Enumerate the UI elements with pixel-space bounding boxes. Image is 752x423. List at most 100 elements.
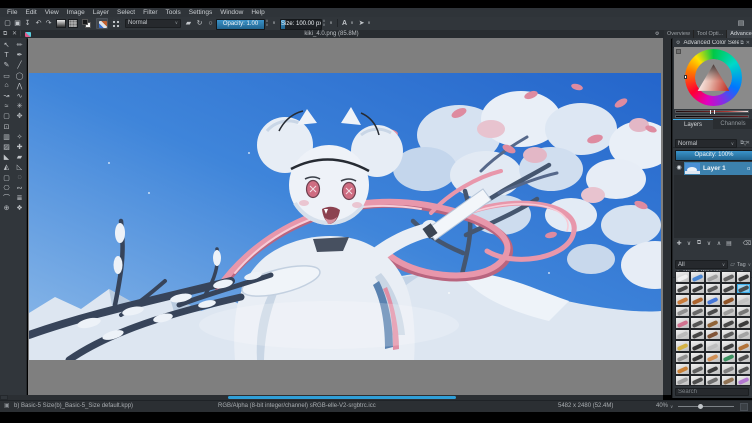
choose-brush-preset-button[interactable] — [111, 19, 121, 28]
assistant-tool-icon[interactable]: A — [340, 18, 349, 28]
brush-preset-cell[interactable] — [675, 317, 690, 329]
undo-icon[interactable]: ↶ — [34, 18, 43, 28]
gradient-tool[interactable]: ▥ — [0, 132, 13, 142]
choose-workspace-icon[interactable]: ▤ — [736, 18, 746, 28]
menu-image[interactable]: Image — [63, 8, 89, 17]
edit-shapes-tool[interactable]: ✏ — [13, 40, 26, 50]
crop-tool[interactable]: ⊡ — [0, 122, 13, 132]
brush-preset-cell[interactable] — [721, 283, 736, 295]
bezier-select-tool[interactable]: ⌒ — [0, 193, 13, 203]
layer-name[interactable]: Layer 1 — [700, 165, 747, 172]
eraser-mode-icon[interactable]: ▰ — [184, 18, 193, 28]
magnetic-select-tool[interactable]: ≣ — [13, 193, 26, 203]
opacity-slider[interactable]: Opacity: 1.00 — [216, 19, 265, 30]
mirror-tool-icon[interactable]: ➤ — [357, 18, 366, 28]
freehand-select-tool[interactable]: ∾ — [13, 183, 26, 193]
reload-preset-icon[interactable]: ↻ — [195, 18, 204, 28]
line-tool[interactable]: ╱ — [13, 60, 26, 70]
docker-tab-tool-opti-[interactable]: Tool Opti... — [694, 30, 727, 38]
docker-tab-advanced-color-[interactable]: Advanced Color... — [727, 30, 752, 38]
brush-preset-cell[interactable] — [736, 340, 751, 352]
tag-icon[interactable]: ▱ — [730, 261, 735, 268]
brush-preset-cell[interactable] — [721, 329, 736, 341]
layer-blending-mode-dropdown[interactable]: Normal ∨ — [675, 139, 737, 148]
move-tool[interactable]: ✥ — [13, 111, 26, 121]
transform-tool[interactable]: ▢ — [0, 111, 13, 121]
float-icon[interactable]: ⧉ — [740, 40, 744, 46]
chevron-down-icon[interactable]: ∨ — [748, 262, 751, 268]
brush-preset-cell[interactable] — [736, 363, 751, 375]
brush-preset-cell[interactable] — [721, 294, 736, 306]
brush-preset-cell[interactable] — [705, 306, 720, 318]
horizontal-scrollbar-thumb[interactable] — [228, 396, 456, 399]
move-layer-up-button[interactable]: ∧ — [714, 239, 724, 249]
polyline-tool[interactable]: ⋀ — [13, 81, 26, 91]
menu-select[interactable]: Select — [113, 8, 139, 17]
brush-preset-status-icon[interactable]: ▣ — [4, 401, 10, 412]
pan-tool[interactable]: ❖ — [13, 203, 26, 213]
layer-alpha-icon[interactable]: α — [747, 166, 752, 172]
save-icon[interactable]: ↧ — [23, 18, 32, 28]
add-layer-dropdown[interactable]: ∨ — [684, 239, 694, 249]
rectangle-tool[interactable]: ▭ — [0, 71, 13, 81]
docker-gear-icon[interactable]: ⚙ — [655, 30, 659, 38]
opacity-options-icon[interactable]: ∨ — [271, 18, 277, 28]
brush-preset-cell[interactable] — [690, 306, 705, 318]
colorize-mask-tool[interactable]: ▰ — [13, 152, 26, 162]
size-spinbox[interactable]: ∧∨ — [321, 18, 327, 28]
brush-preset-cell[interactable] — [675, 306, 690, 318]
layer-properties-button[interactable]: ▤ — [724, 239, 734, 249]
brush-preset-cell[interactable] — [721, 271, 736, 283]
assistant-dropdown-icon[interactable]: ∨ — [349, 18, 355, 28]
layer-list-empty-area[interactable] — [674, 175, 752, 238]
brush-preset-cell[interactable] — [721, 317, 736, 329]
brush-preset-cell[interactable] — [690, 294, 705, 306]
brush-tag-filter-dropdown[interactable]: All ∨ — [675, 260, 728, 269]
polygon-select-tool[interactable]: ⎔ — [0, 183, 13, 193]
zoom-slider-track[interactable] — [678, 406, 734, 407]
delete-layer-button[interactable]: ⌫ — [742, 239, 752, 249]
opacity-spinbox[interactable]: ∧∨ — [264, 18, 270, 28]
color-selector-settings-button[interactable] — [676, 49, 681, 54]
brush-preset-cell[interactable] — [736, 283, 751, 295]
shade-strip-1[interactable] — [675, 110, 749, 113]
layer-visibility-icon[interactable]: ◉ — [674, 162, 684, 175]
brush-preset-cell[interactable] — [736, 317, 751, 329]
brush-preset-cell[interactable] — [721, 352, 736, 364]
blending-mode-dropdown[interactable]: Normal ∨ — [125, 19, 181, 28]
brush-preset-cell[interactable] — [705, 317, 720, 329]
preserve-alpha-icon[interactable]: ○ — [206, 18, 215, 28]
brush-preset-cell[interactable] — [690, 340, 705, 352]
brush-preset-cell[interactable] — [705, 294, 720, 306]
brush-preset-cell[interactable] — [675, 363, 690, 375]
brush-preset-cell[interactable] — [690, 317, 705, 329]
smart-patch-tool[interactable]: ✚ — [13, 142, 26, 152]
calligraphy-tool[interactable]: ✒ — [13, 50, 26, 60]
shape-select-tool[interactable]: ↖ — [0, 40, 13, 50]
brush-preset-cell[interactable] — [736, 271, 751, 283]
brush-preset-cell[interactable] — [736, 294, 751, 306]
menu-window[interactable]: Window — [216, 8, 247, 17]
menu-layer[interactable]: Layer — [89, 8, 113, 17]
canvas-artwork[interactable] — [29, 73, 661, 360]
menu-file[interactable]: File — [3, 8, 21, 17]
brush-preset-cell[interactable] — [721, 375, 736, 387]
ellipse-select-tool[interactable]: ◌ — [13, 172, 26, 182]
fill-tool[interactable]: ◣ — [0, 152, 13, 162]
assistants-tool[interactable]: ◭ — [0, 162, 13, 172]
canvas-only-mode-button[interactable] — [740, 403, 748, 411]
edit-brush-settings-button[interactable] — [96, 18, 108, 29]
dynamic-brush-tool[interactable]: ≈ — [0, 101, 13, 111]
brush-preset-cell[interactable] — [721, 306, 736, 318]
color-selector-body[interactable] — [674, 47, 752, 109]
layer-filter-icon[interactable]: ▽ — [739, 139, 751, 148]
vertical-scrollbar[interactable] — [663, 38, 671, 395]
brush-preset-cell[interactable] — [675, 352, 690, 364]
brush-preset-cell[interactable] — [690, 375, 705, 387]
brush-preset-cell[interactable] — [705, 375, 720, 387]
polygon-tool[interactable]: ⌂ — [0, 81, 13, 91]
rect-select-tool[interactable]: ▢ — [0, 172, 13, 182]
layer-row[interactable]: ◉ Layer 1 α — [674, 162, 752, 175]
brush-preset-cell[interactable] — [736, 375, 751, 387]
add-layer-button[interactable]: ✚ — [674, 239, 684, 249]
